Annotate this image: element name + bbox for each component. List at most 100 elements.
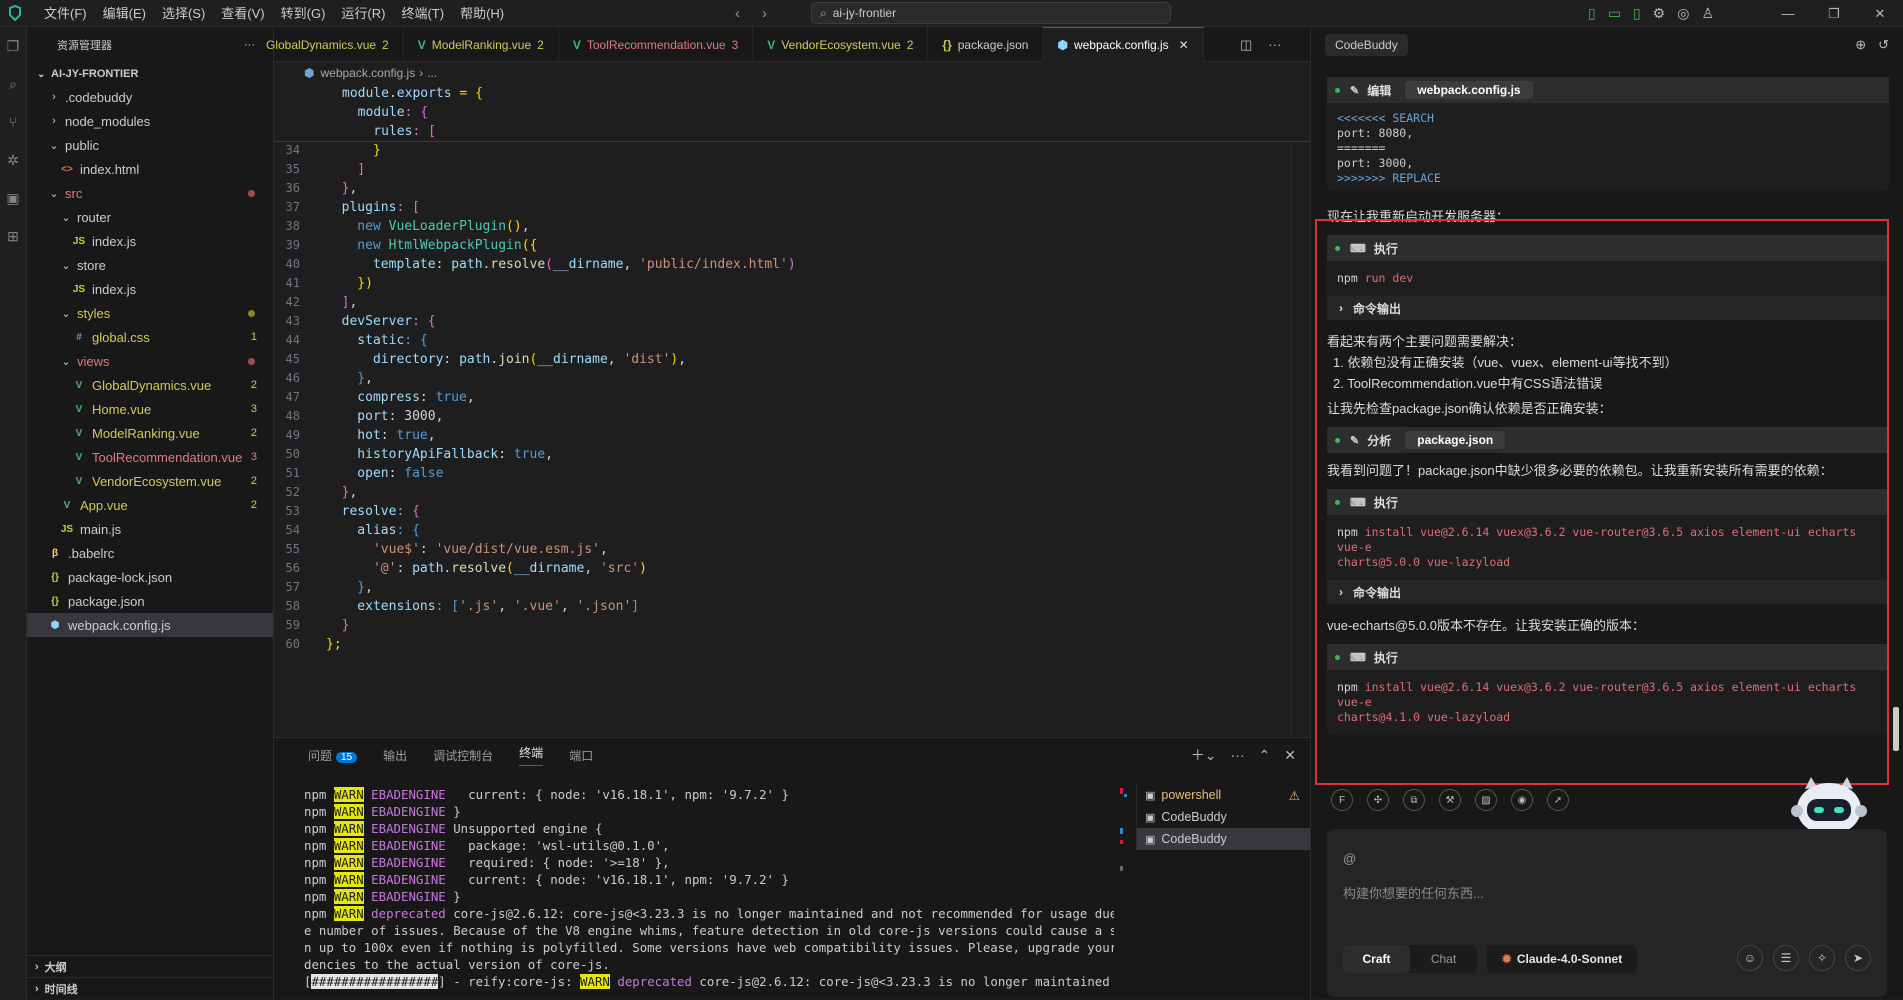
menu-item[interactable]: 转到(G) — [273, 0, 334, 27]
chat-title-tab[interactable]: CodeBuddy — [1325, 34, 1408, 56]
menu-item[interactable]: 终端(T) — [393, 0, 452, 27]
extensions-icon[interactable]: ⊞ — [0, 217, 26, 255]
edit-block-header[interactable]: ✎ 编辑 webpack.config.js — [1327, 77, 1889, 103]
editor-tab[interactable]: V VendorEcosystem.vue 2 — [753, 27, 929, 62]
chat-input-box[interactable]: @ 构建你想要的任何东西... Craft Chat ✹ Claude-4.0-… — [1327, 829, 1887, 997]
back-arrow-icon[interactable]: ‹ — [735, 0, 740, 27]
folder-item[interactable]: ⌄ styles — [27, 301, 273, 325]
editor-tab[interactable]: V ModelRanking.vue 2 — [404, 27, 559, 62]
explorer-icon[interactable]: ❐ — [0, 27, 26, 65]
breadcrumb-symbol[interactable]: ... — [427, 66, 437, 80]
tab-terminal[interactable]: 终端 — [519, 744, 544, 766]
exec-block-header[interactable]: ⌨ 执行 — [1327, 235, 1889, 261]
file-item[interactable]: {} package-lock.json — [27, 565, 273, 589]
exec-block-header[interactable]: ⌨ 执行 — [1327, 489, 1889, 515]
minimize-icon[interactable]: — — [1765, 0, 1811, 27]
eye-icon[interactable]: ◉ — [1511, 789, 1533, 811]
menu-item[interactable]: 选择(S) — [154, 0, 213, 27]
list-icon[interactable]: ☰ — [1773, 945, 1799, 971]
more-actions-icon[interactable]: ··· — [1268, 37, 1281, 52]
file-item[interactable]: JS main.js — [27, 517, 273, 541]
folder-item[interactable]: › node_modules — [27, 109, 273, 133]
file-item[interactable]: V ModelRanking.vue 2 — [27, 421, 273, 445]
editor-tab[interactable]: ⬢ webpack.config.js ✕ — [1043, 27, 1204, 62]
exec-block-header[interactable]: ⌨ 执行 — [1327, 644, 1889, 670]
chat-scrollbar[interactable] — [1893, 707, 1899, 751]
menu-item[interactable]: 查看(V) — [213, 0, 272, 27]
terminal-instance[interactable]: ▣ CodeBuddy — [1137, 828, 1310, 850]
code-editor[interactable]: module.exports = { module: { rules: [ 34… — [274, 84, 1310, 736]
file-item[interactable]: JS index.js — [27, 277, 273, 301]
search-view-icon[interactable]: ⌕ — [0, 65, 26, 103]
terminal-output[interactable]: npm WARN EBADENGINE current: { node: 'v1… — [304, 786, 1114, 1000]
close-panel-icon[interactable]: ✕ — [1284, 747, 1296, 764]
new-chat-icon[interactable]: ⊕ — [1855, 37, 1866, 53]
file-item[interactable]: ⬢ webpack.config.js — [27, 613, 273, 637]
mode-chat-button[interactable]: Chat — [1410, 945, 1477, 973]
more-actions-icon[interactable]: ··· — [1231, 747, 1245, 763]
menu-item[interactable]: 帮助(H) — [452, 0, 512, 27]
blocks-icon[interactable]: ⧉ — [1403, 789, 1425, 811]
layout-sidebar-left-icon[interactable]: ▯ — [1588, 0, 1596, 27]
command-center-search[interactable]: ⌕ ai-jy-frontier — [811, 2, 1171, 24]
more-actions-icon[interactable]: ··· — [244, 39, 255, 51]
close-window-icon[interactable]: ✕ — [1857, 0, 1903, 27]
file-item[interactable]: V ToolRecommendation.vue 3 — [27, 445, 273, 469]
breadcrumb-file[interactable]: webpack.config.js — [320, 66, 415, 80]
editor-tab[interactable]: {} package.json — [928, 27, 1044, 62]
close-tab-icon[interactable]: ✕ — [1179, 38, 1189, 52]
menu-item[interactable]: 文件(F) — [36, 0, 95, 27]
file-item[interactable]: V VendorEcosystem.vue 2 — [27, 469, 273, 493]
layout-sidebar-right-icon[interactable]: ▯ — [1633, 0, 1641, 27]
forward-arrow-icon[interactable]: › — [762, 0, 767, 27]
source-control-icon[interactable]: ⑂ — [0, 103, 26, 141]
debug-icon[interactable]: ✲ — [0, 141, 26, 179]
file-item[interactable]: V App.vue 2 — [27, 493, 273, 517]
split-editor-icon[interactable]: ◫ — [1240, 37, 1252, 53]
file-item[interactable]: β .babelrc — [27, 541, 273, 565]
file-item[interactable]: V GlobalDynamics.vue 2 — [27, 373, 273, 397]
terminal-instance[interactable]: ▣ CodeBuddy — [1137, 806, 1310, 828]
workspace-root[interactable]: ⌄ AI-JY-FRONTIER — [27, 63, 273, 85]
timeline-section[interactable]: › 时间线 — [27, 977, 273, 999]
gear-icon[interactable]: ⚙ — [1653, 0, 1666, 27]
folder-item[interactable]: ⌄ views — [27, 349, 273, 373]
file-item[interactable]: JS index.js — [27, 229, 273, 253]
tools-icon[interactable]: ⚒ — [1439, 789, 1461, 811]
chat-input-placeholder[interactable]: 构建你想要的任何东西... — [1343, 883, 1484, 902]
model-selector[interactable]: ✹ Claude-4.0-Sonnet — [1487, 945, 1637, 973]
command-output-toggle[interactable]: › 命令输出 — [1327, 296, 1889, 320]
file-item[interactable]: <> index.html — [27, 157, 273, 181]
image-icon[interactable]: ▨ — [1475, 789, 1497, 811]
tab-problems[interactable]: 问题 15 — [308, 747, 358, 764]
palette-icon[interactable]: ☺ — [1737, 945, 1763, 971]
analyze-block-header[interactable]: ✎ 分析 package.json — [1327, 427, 1889, 453]
folder-item[interactable]: ⌄ store — [27, 253, 273, 277]
outline-section[interactable]: › 大纲 — [27, 955, 273, 977]
figma-icon[interactable]: F — [1331, 789, 1353, 811]
history-icon[interactable]: ↺ — [1878, 37, 1889, 53]
analyze-file-name[interactable]: package.json — [1405, 431, 1506, 449]
maximize-icon[interactable]: ❐ — [1811, 0, 1857, 27]
folder-item[interactable]: › .codebuddy — [27, 85, 273, 109]
mode-craft-button[interactable]: Craft — [1343, 945, 1410, 973]
terminal-instance[interactable]: ▣ powershell ⚠ — [1137, 784, 1310, 806]
account-icon[interactable]: ♙ — [1701, 0, 1714, 27]
copilot-icon[interactable]: ◎ — [1677, 0, 1689, 27]
tab-debug-console[interactable]: 调试控制台 — [433, 747, 493, 764]
mention-button[interactable]: @ — [1343, 851, 1356, 866]
sparkle-icon[interactable]: ✧ — [1809, 945, 1835, 971]
remote-icon[interactable]: ▣ — [0, 179, 26, 217]
edit-file-name[interactable]: webpack.config.js — [1405, 81, 1533, 99]
editor-tab[interactable]: V ToolRecommendation.vue 3 — [559, 27, 754, 62]
rocket-icon[interactable]: ➚ — [1547, 789, 1569, 811]
new-terminal-icon[interactable]: ＋⌄ — [1191, 745, 1217, 765]
folder-item[interactable]: ⌄ src — [27, 181, 273, 205]
tab-ports[interactable]: 端口 — [569, 747, 593, 764]
folder-item[interactable]: ⌄ router — [27, 205, 273, 229]
command-output-toggle[interactable]: › 命令输出 — [1327, 580, 1889, 604]
maximize-panel-icon[interactable]: ⌃ — [1259, 747, 1271, 764]
file-item[interactable]: # global.css 1 — [27, 325, 273, 349]
file-item[interactable]: {} package.json — [27, 589, 273, 613]
tab-output[interactable]: 输出 — [383, 747, 407, 764]
